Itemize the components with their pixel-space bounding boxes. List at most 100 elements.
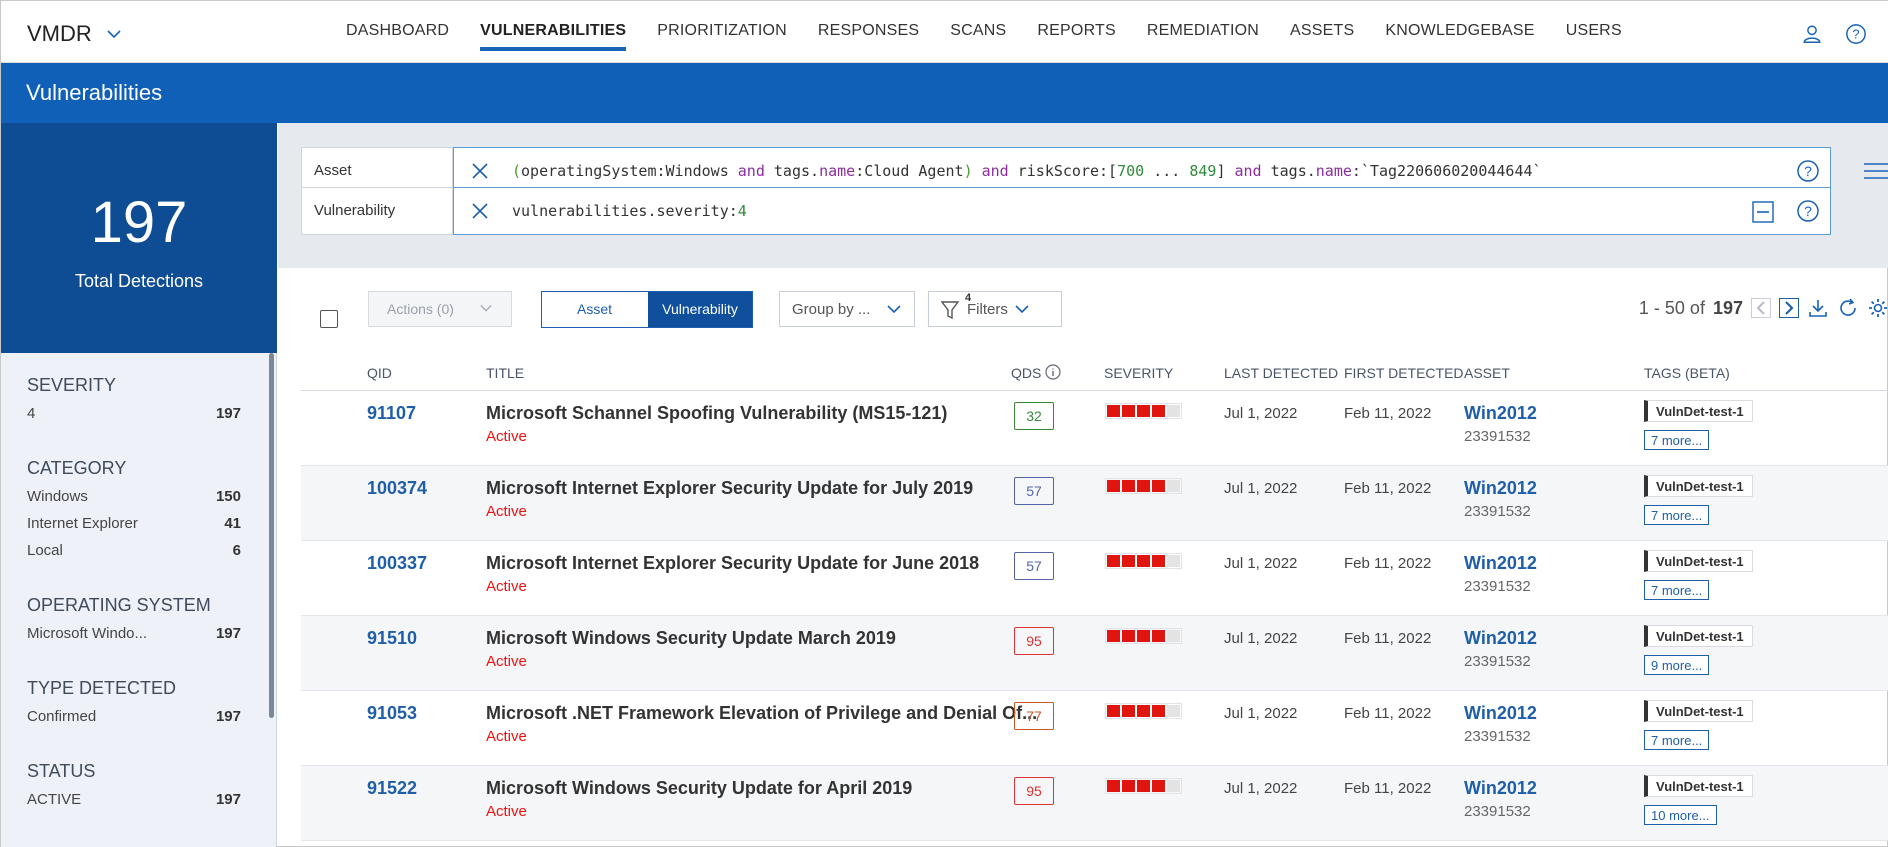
severity-segment bbox=[1107, 780, 1120, 792]
vulnerability-title[interactable]: Microsoft Windows Security Update for Ap… bbox=[486, 778, 912, 799]
asset-link[interactable]: Win2012 bbox=[1464, 553, 1537, 574]
col-first-detected[interactable]: FIRST DETECTED bbox=[1344, 365, 1464, 381]
facet-row[interactable]: Internet Explorer 41 bbox=[27, 515, 241, 542]
gear-icon[interactable] bbox=[1867, 297, 1888, 319]
vulnerability-title[interactable]: Microsoft Schannel Spoofing Vulnerabilit… bbox=[486, 403, 947, 424]
col-severity[interactable]: SEVERITY bbox=[1104, 365, 1173, 381]
qid-link[interactable]: 91522 bbox=[367, 778, 417, 799]
clear-icon[interactable] bbox=[470, 201, 490, 221]
nav-item-prioritization[interactable]: PRIORITIZATION bbox=[657, 1, 787, 63]
nav-item-remediation[interactable]: REMEDIATION bbox=[1147, 1, 1259, 63]
asset-link[interactable]: Win2012 bbox=[1464, 478, 1537, 499]
table-row[interactable]: 91053 Microsoft .NET Framework Elevation … bbox=[301, 691, 1888, 766]
app-switcher[interactable]: VMDR bbox=[27, 21, 122, 47]
table-row[interactable]: 100337 Microsoft Internet Explorer Securi… bbox=[301, 541, 1888, 616]
severity-segment bbox=[1137, 705, 1150, 717]
facet-row[interactable]: ACTIVE 197 bbox=[27, 791, 241, 818]
nav-item-reports[interactable]: REPORTS bbox=[1037, 1, 1115, 63]
table-row[interactable]: 91522 Microsoft Windows Security Update f… bbox=[301, 766, 1888, 841]
qid-link[interactable]: 91107 bbox=[367, 403, 416, 424]
nav-item-vulnerabilities[interactable]: VULNERABILITIES bbox=[480, 1, 627, 63]
facet-row[interactable]: Confirmed 197 bbox=[27, 708, 241, 735]
hamburger-menu-icon[interactable] bbox=[1863, 161, 1888, 181]
col-title[interactable]: TITLE bbox=[486, 365, 524, 381]
qid-link[interactable]: 91053 bbox=[367, 703, 417, 724]
more-tags-button[interactable]: 7 more... bbox=[1644, 430, 1710, 450]
col-asset[interactable]: ASSET bbox=[1464, 365, 1510, 381]
refresh-icon[interactable] bbox=[1837, 297, 1859, 319]
asset-link[interactable]: Win2012 bbox=[1464, 628, 1537, 649]
facet-row-label: 4 bbox=[27, 405, 36, 422]
facet-row[interactable]: 4 197 bbox=[27, 405, 241, 432]
qid-link[interactable]: 100374 bbox=[367, 478, 427, 499]
group-by-label: Group by ... bbox=[792, 300, 871, 318]
qid-link[interactable]: 91510 bbox=[367, 628, 417, 649]
severity-segment bbox=[1167, 705, 1180, 717]
info-icon[interactable] bbox=[1045, 364, 1061, 380]
severity-segment bbox=[1152, 555, 1165, 567]
filters-dropdown[interactable]: 4 Filters bbox=[928, 291, 1062, 327]
download-icon[interactable] bbox=[1807, 297, 1829, 319]
nav-item-users[interactable]: USERS bbox=[1566, 1, 1622, 63]
vulnerability-view-button[interactable]: Vulnerability bbox=[647, 292, 752, 327]
collapse-icon[interactable] bbox=[1752, 201, 1774, 223]
asset-view-button[interactable]: Asset bbox=[542, 292, 647, 327]
table-row[interactable]: 91107 Microsoft Schannel Spoofing Vulnera… bbox=[301, 391, 1888, 466]
severity-segment bbox=[1137, 480, 1150, 492]
severity-segment bbox=[1122, 405, 1135, 417]
actions-dropdown[interactable]: Actions (0) bbox=[368, 291, 512, 327]
table-row[interactable]: 91510 Microsoft Windows Security Update M… bbox=[301, 616, 1888, 691]
severity-segment bbox=[1167, 405, 1180, 417]
vulnerability-title[interactable]: Microsoft Windows Security Update March … bbox=[486, 628, 896, 649]
chevron-down-icon bbox=[887, 305, 901, 314]
more-tags-button[interactable]: 7 more... bbox=[1644, 505, 1710, 525]
paging-range: 1 - 50 of bbox=[1638, 297, 1705, 318]
help-icon[interactable]: ? bbox=[1845, 23, 1867, 45]
vulnerability-title[interactable]: Microsoft .NET Framework Elevation of Pr… bbox=[486, 703, 1037, 724]
facet-row[interactable]: Local 6 bbox=[27, 542, 241, 569]
top-icons: ? bbox=[1801, 23, 1867, 45]
sidebar-scrollbar[interactable] bbox=[269, 353, 274, 718]
table-row[interactable]: 100374 Microsoft Internet Explorer Securi… bbox=[301, 466, 1888, 541]
more-tags-button[interactable]: 7 more... bbox=[1644, 580, 1710, 600]
vulnerability-title[interactable]: Microsoft Internet Explorer Security Upd… bbox=[486, 478, 973, 499]
asset-link[interactable]: Win2012 bbox=[1464, 703, 1537, 724]
nav-item-responses[interactable]: RESPONSES bbox=[818, 1, 919, 63]
page-header: Vulnerabilities bbox=[1, 63, 1888, 123]
vulnerability-query-input[interactable]: vulnerabilities.severity:4 ? bbox=[453, 187, 1831, 235]
asset-link[interactable]: Win2012 bbox=[1464, 403, 1537, 424]
facet-title: SEVERITY bbox=[27, 375, 117, 395]
col-last-detected[interactable]: LAST DETECTED bbox=[1224, 365, 1338, 381]
qid-link[interactable]: 100337 bbox=[367, 553, 427, 574]
user-icon[interactable] bbox=[1801, 23, 1823, 45]
more-tags-button[interactable]: 7 more... bbox=[1644, 730, 1710, 750]
col-tags[interactable]: TAGS (BETA) bbox=[1644, 365, 1730, 381]
nav-item-assets[interactable]: ASSETS bbox=[1290, 1, 1354, 63]
previous-page-button[interactable] bbox=[1751, 298, 1771, 318]
select-all-checkbox[interactable] bbox=[320, 310, 338, 328]
group-by-dropdown[interactable]: Group by ... bbox=[779, 291, 915, 327]
facet-row[interactable]: Windows 150 bbox=[27, 488, 241, 515]
col-qid[interactable]: QID bbox=[367, 365, 392, 381]
last-detected: Jul 1, 2022 bbox=[1224, 705, 1298, 722]
top-navigation: VMDR DASHBOARD VULNERABILITIES PRIORITIZAT… bbox=[1, 1, 1888, 63]
asset-link[interactable]: Win2012 bbox=[1464, 778, 1537, 799]
vulnerability-query-text: vulnerabilities.severity:4 bbox=[512, 202, 747, 220]
more-tags-button[interactable]: 9 more... bbox=[1644, 655, 1710, 675]
next-page-button[interactable] bbox=[1779, 298, 1799, 318]
nav-item-dashboard[interactable]: DASHBOARD bbox=[346, 1, 449, 63]
severity-segment bbox=[1107, 705, 1120, 717]
more-tags-button[interactable]: 10 more... bbox=[1644, 805, 1717, 825]
nav-item-scans[interactable]: SCANS bbox=[950, 1, 1006, 63]
nav-item-knowledgebase[interactable]: KNOWLEDGEBASE bbox=[1385, 1, 1534, 63]
vulnerability-title[interactable]: Microsoft Internet Explorer Security Upd… bbox=[486, 553, 979, 574]
severity-segment bbox=[1122, 555, 1135, 567]
clear-icon[interactable] bbox=[470, 161, 490, 181]
col-qds[interactable]: QDS bbox=[1011, 364, 1061, 381]
last-detected: Jul 1, 2022 bbox=[1224, 405, 1298, 422]
facet-row[interactable]: Microsoft Windo... 197 bbox=[27, 625, 241, 652]
query-help-icon[interactable]: ? bbox=[1796, 199, 1820, 223]
severity-segment bbox=[1107, 480, 1120, 492]
qds-badge: 57 bbox=[1014, 477, 1054, 505]
query-help-icon[interactable]: ? bbox=[1796, 159, 1820, 183]
